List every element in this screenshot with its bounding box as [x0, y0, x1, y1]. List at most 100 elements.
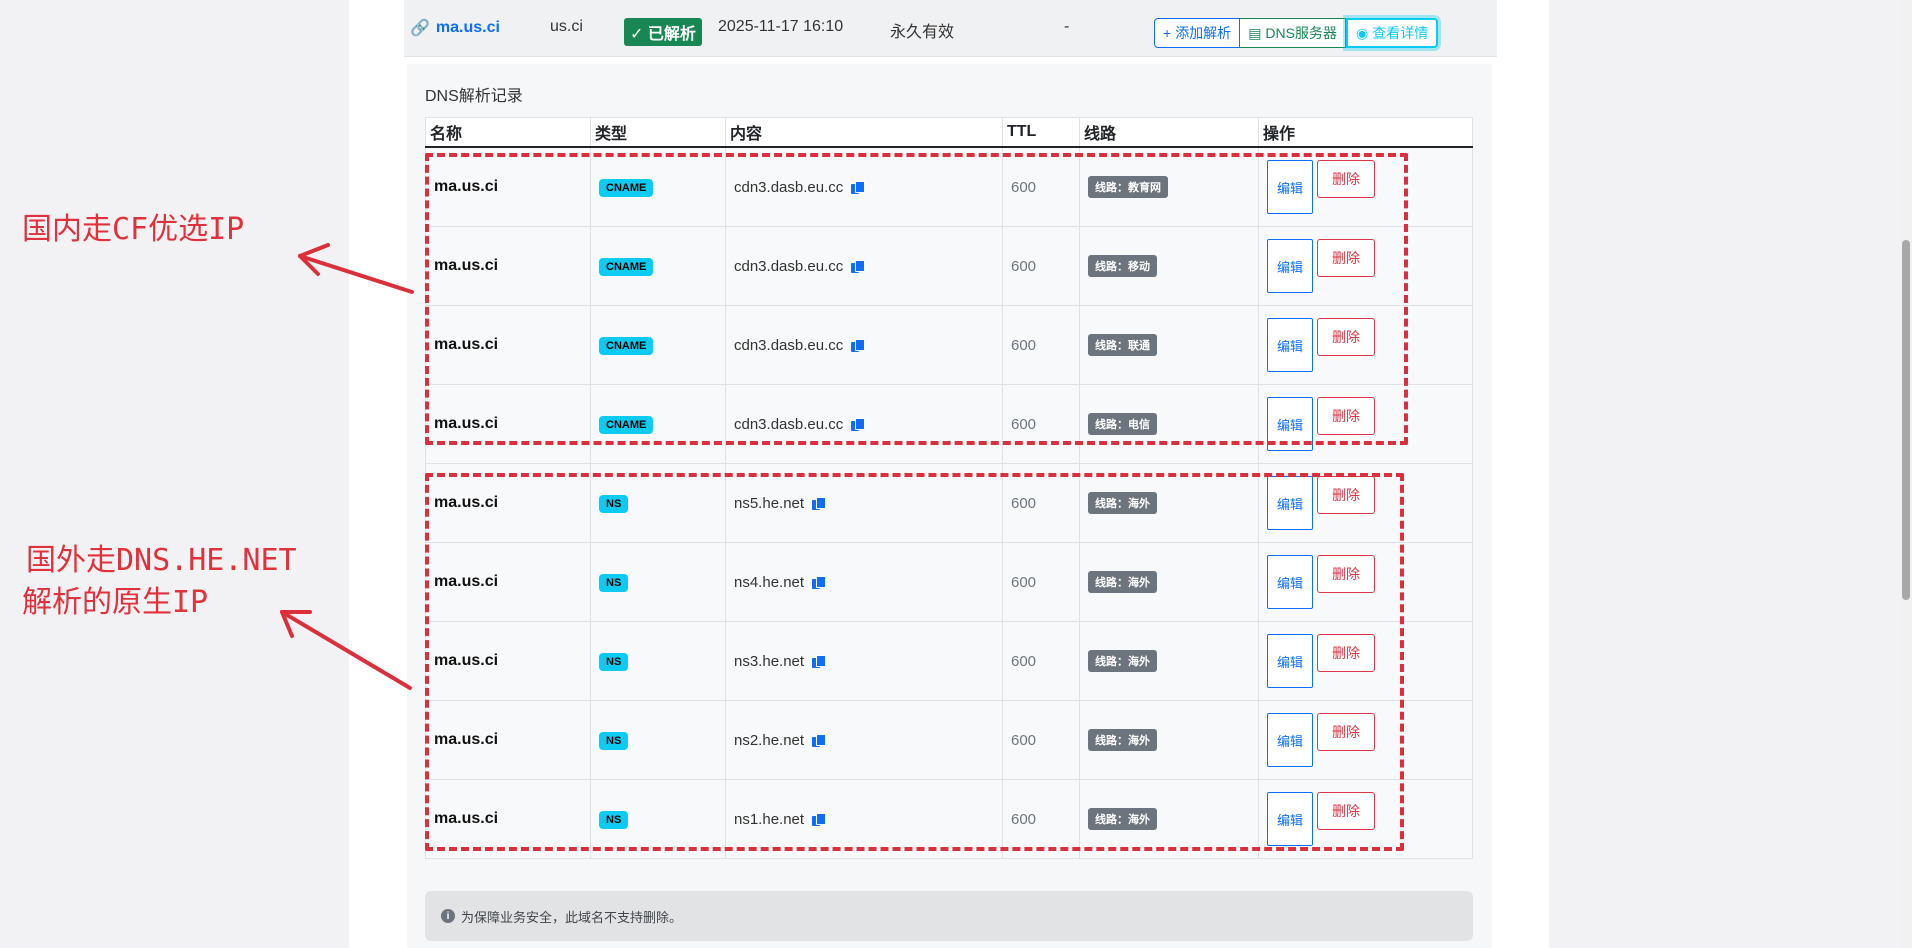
table-row: ma.us.ci NS ns5.he.net 600 线路：海外 编辑 删除 — [425, 463, 1473, 543]
header-name: 名称 — [425, 117, 591, 148]
info-icon: i — [441, 909, 455, 923]
table-row: ma.us.ci CNAME cdn3.dasb.eu.cc 600 线路：教育… — [425, 146, 1473, 227]
record-line-cell: 线路：海外 — [1079, 463, 1259, 543]
view-details-button[interactable]: ◉ 查看详情 — [1345, 18, 1439, 48]
domain-name: ma.us.ci — [435, 19, 500, 36]
copy-icon[interactable] — [812, 654, 827, 668]
record-type-badge: NS — [599, 573, 629, 592]
record-type-badge: NS — [599, 731, 629, 750]
record-content-cell: cdn3.dasb.eu.cc — [725, 146, 1003, 227]
record-ops-cell: 编辑 删除 — [1258, 542, 1473, 622]
record-content: ns5.he.net — [734, 494, 805, 512]
header-content: 内容 — [725, 117, 1003, 148]
table-row: ma.us.ci NS ns4.he.net 600 线路：海外 编辑 删除 — [425, 542, 1473, 622]
record-ops-cell: 编辑 删除 — [1258, 463, 1473, 543]
record-content-cell: cdn3.dasb.eu.cc — [725, 226, 1003, 306]
record-name: ma.us.ci — [425, 463, 591, 543]
delete-button[interactable]: 删除 — [1317, 792, 1375, 830]
record-type-cell: NS — [590, 621, 726, 701]
notice-text: 为保障业务安全，此域名不支持删除。 — [461, 909, 683, 925]
record-line-cell: 线路：移动 — [1079, 226, 1259, 306]
record-ttl: 600 — [1002, 384, 1080, 464]
record-content-cell: cdn3.dasb.eu.cc — [725, 384, 1003, 464]
delete-button[interactable]: 删除 — [1317, 318, 1375, 356]
eye-icon: ◉ — [1355, 24, 1369, 41]
record-ops-cell: 编辑 删除 — [1258, 621, 1473, 701]
record-content-cell: ns3.he.net — [725, 621, 1003, 701]
record-ttl: 600 — [1002, 700, 1080, 780]
record-name: ma.us.ci — [425, 779, 591, 859]
domain-link[interactable]: 🔗 ma.us.ci — [410, 18, 500, 38]
domain-suffix: us.ci — [550, 18, 583, 35]
copy-icon[interactable] — [812, 812, 827, 826]
annotation-text-foreign-1: 国外走DNS.HE.NET — [26, 543, 297, 578]
copy-icon[interactable] — [812, 496, 827, 510]
record-name: ma.us.ci — [425, 542, 591, 622]
add-record-button[interactable]: + 添加解析 — [1154, 18, 1241, 48]
copy-icon[interactable] — [851, 338, 866, 352]
delete-button[interactable]: 删除 — [1317, 160, 1375, 198]
record-name: ma.us.ci — [425, 384, 591, 464]
line-badge: 线路：移动 — [1088, 255, 1157, 277]
record-ttl: 600 — [1002, 779, 1080, 859]
panel-title: DNS解析记录 — [425, 88, 523, 105]
scrollbar[interactable] — [1900, 0, 1912, 948]
copy-icon[interactable] — [851, 259, 866, 273]
record-name: ma.us.ci — [425, 146, 591, 227]
domain-row: 🔗 ma.us.ci us.ci ✓ 已解析 2025-11-17 16:10 … — [404, 0, 1497, 57]
record-type-badge: NS — [599, 494, 629, 513]
record-type-cell: NS — [590, 700, 726, 780]
arrow-foreign-head — [280, 610, 312, 638]
record-name: ma.us.ci — [425, 700, 591, 780]
record-content: cdn3.dasb.eu.cc — [734, 178, 844, 196]
delete-button[interactable]: 删除 — [1317, 476, 1375, 514]
edit-button[interactable]: 编辑 — [1267, 239, 1313, 293]
record-content-cell: ns1.he.net — [725, 779, 1003, 859]
edit-button[interactable]: 编辑 — [1267, 160, 1313, 214]
server-icon: ▤ — [1248, 24, 1262, 41]
record-content: ns4.he.net — [734, 573, 805, 591]
delete-button[interactable]: 删除 — [1317, 397, 1375, 435]
link-icon: 🔗 — [410, 20, 430, 37]
table-row: ma.us.ci NS ns1.he.net 600 线路：海外 编辑 删除 — [425, 779, 1473, 859]
edit-button[interactable]: 编辑 — [1267, 634, 1313, 688]
edit-button[interactable]: 编辑 — [1267, 555, 1313, 609]
line-badge: 线路：海外 — [1088, 808, 1157, 830]
record-type-cell: NS — [590, 779, 726, 859]
domain-expiry: 永久有效 — [890, 24, 955, 41]
edit-button[interactable]: 编辑 — [1267, 397, 1313, 451]
record-type-badge: NS — [599, 652, 629, 671]
record-content-cell: ns5.he.net — [725, 463, 1003, 543]
table-row: ma.us.ci CNAME cdn3.dasb.eu.cc 600 线路：联通… — [425, 305, 1473, 385]
edit-button[interactable]: 编辑 — [1267, 318, 1313, 372]
record-type-cell: CNAME — [590, 305, 726, 385]
delete-button[interactable]: 删除 — [1317, 239, 1375, 277]
copy-icon[interactable] — [812, 733, 827, 747]
record-type-cell: NS — [590, 463, 726, 543]
edit-button[interactable]: 编辑 — [1267, 476, 1313, 530]
line-badge: 线路：联通 — [1088, 334, 1157, 356]
dns-records-table: 名称 类型 内容 TTL 线路 操作 ma.us.ci CNAME cdn3.d… — [425, 117, 1473, 859]
record-type-badge: CNAME — [599, 415, 654, 434]
record-name: ma.us.ci — [425, 305, 591, 385]
delete-button[interactable]: 删除 — [1317, 634, 1375, 672]
domain-actions: + 添加解析 ▤ DNS服务器 ◉ 查看详情 — [1154, 18, 1439, 48]
arrow-domestic-head — [298, 243, 330, 276]
domain-time: 2025-11-17 16:10 — [718, 18, 844, 35]
scrollbar-thumb[interactable] — [1902, 240, 1910, 600]
notice-banner: i 为保障业务安全，此域名不支持删除。 — [425, 891, 1473, 941]
header-type: 类型 — [590, 117, 726, 148]
table-row: ma.us.ci CNAME cdn3.dasb.eu.cc 600 线路：电信… — [425, 384, 1473, 464]
copy-icon[interactable] — [851, 417, 866, 431]
copy-icon[interactable] — [851, 180, 866, 194]
header-ops: 操作 — [1258, 117, 1473, 148]
record-ops-cell: 编辑 删除 — [1258, 226, 1473, 306]
line-badge: 线路：教育网 — [1088, 176, 1168, 198]
edit-button[interactable]: 编辑 — [1267, 792, 1313, 846]
edit-button[interactable]: 编辑 — [1267, 713, 1313, 767]
delete-button[interactable]: 删除 — [1317, 555, 1375, 593]
delete-button[interactable]: 删除 — [1317, 713, 1375, 751]
copy-icon[interactable] — [812, 575, 827, 589]
dns-server-button[interactable]: ▤ DNS服务器 — [1240, 18, 1346, 48]
record-type-badge: CNAME — [599, 178, 654, 197]
